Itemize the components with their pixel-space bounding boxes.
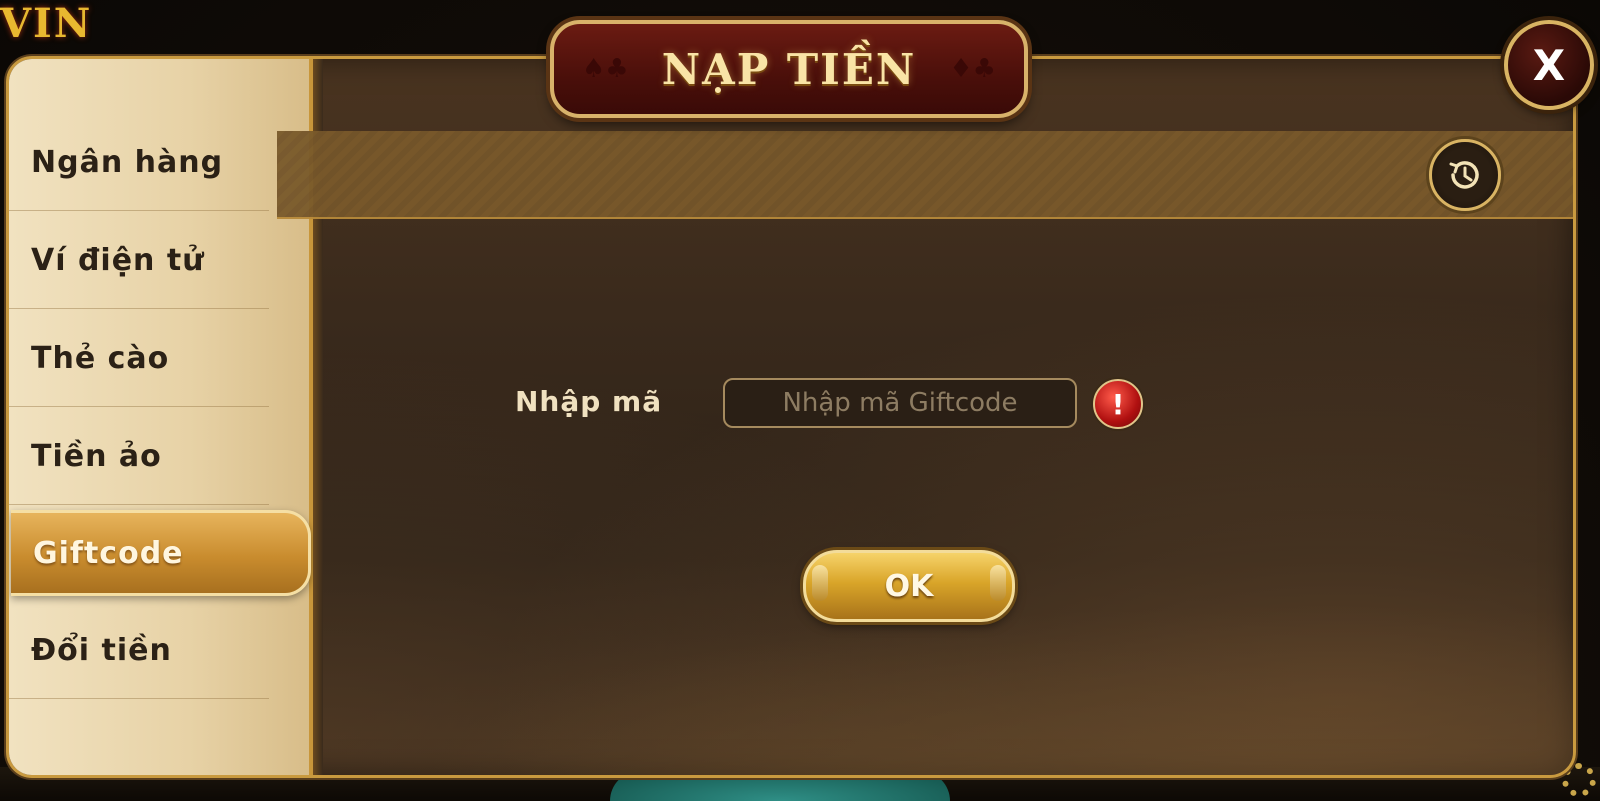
sidebar-item-exchange[interactable]: Đổi tiền xyxy=(9,603,269,699)
sidebar-item-scratch-card[interactable]: Thẻ cào xyxy=(9,311,269,407)
close-button[interactable]: X xyxy=(1504,20,1594,110)
spade-icon: ♠♣ xyxy=(582,54,629,84)
button-cap-right xyxy=(990,565,1006,601)
alert-icon[interactable]: ! xyxy=(1093,379,1143,429)
header-strip xyxy=(277,131,1573,219)
sidebar-item-giftcode[interactable]: Giftcode xyxy=(11,510,311,596)
giftcode-label: Nhập mã xyxy=(515,385,663,418)
sidebar-item-bank[interactable]: Ngân hàng xyxy=(9,115,269,211)
giftcode-input[interactable] xyxy=(723,378,1077,428)
sidebar-item-e-wallet[interactable]: Ví điện tử xyxy=(9,213,269,309)
game-logo: VIN xyxy=(0,0,93,47)
button-cap-left xyxy=(812,565,828,601)
history-button[interactable] xyxy=(1429,139,1501,211)
diamond-icon: ♦♣ xyxy=(949,54,996,84)
ok-button[interactable]: OK xyxy=(803,550,1015,622)
deposit-dialog: Ngân hàng Ví điện tử Thẻ cào Tiền ảo Gif… xyxy=(6,56,1576,778)
dialog-title: NẠP TIỀN xyxy=(661,44,917,94)
game-screen: VIN Ngân hàng Ví điện tử Thẻ cào Tiền ảo… xyxy=(0,0,1600,801)
close-icon: X xyxy=(1532,40,1566,90)
sidebar-item-crypto[interactable]: Tiền ảo xyxy=(9,409,269,505)
ok-button-label: OK xyxy=(884,568,934,604)
history-icon xyxy=(1449,161,1479,189)
dialog-title-banner: ♠♣ NẠP TIỀN ♦♣ xyxy=(550,20,1028,118)
deposit-sidebar: Ngân hàng Ví điện tử Thẻ cào Tiền ảo Gif… xyxy=(9,59,323,775)
